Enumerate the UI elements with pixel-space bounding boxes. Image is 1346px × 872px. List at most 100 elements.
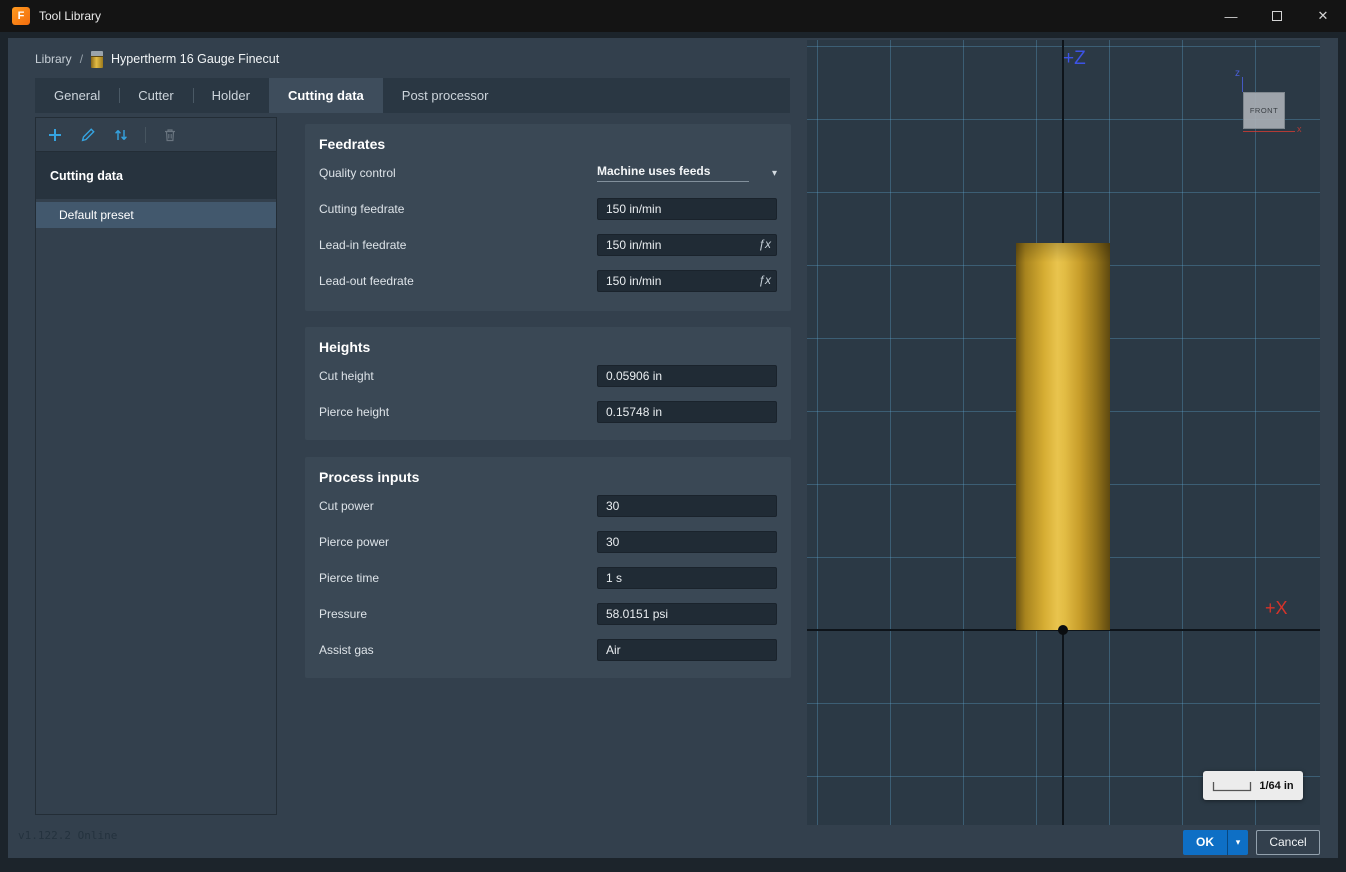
field-row-pressure: Pressure — [305, 596, 791, 632]
field-row-pierce-time: Pierce time — [305, 560, 791, 596]
maximize-button[interactable] — [1254, 0, 1300, 32]
cut-power-input[interactable] — [597, 495, 777, 517]
minimize-icon: — — [1225, 9, 1238, 24]
cancel-button[interactable]: Cancel — [1256, 830, 1320, 855]
field-label: Pierce time — [319, 571, 379, 585]
breadcrumb-library-link[interactable]: Library — [35, 52, 72, 66]
presets-group-header[interactable]: Cutting data — [36, 152, 276, 199]
view-cube-x-label: x — [1297, 124, 1302, 134]
maximize-icon — [1272, 11, 1282, 21]
window-controls: — ✕ — [1208, 0, 1346, 32]
field-label: Cutting feedrate — [319, 202, 404, 216]
view-cube-z-label: z — [1235, 68, 1240, 79]
fusion-app-icon: F — [12, 7, 30, 25]
tab-bar: General Cutter Holder Cutting data Post … — [35, 78, 790, 113]
field-row-assist-gas: Assist gas — [305, 632, 791, 668]
scale-label: 1/64 in — [1259, 780, 1293, 792]
sort-arrows-icon — [113, 127, 129, 143]
pierce-power-input[interactable] — [597, 531, 777, 553]
field-label: Pressure — [319, 607, 367, 621]
scale-indicator: 1/64 in — [1203, 771, 1303, 800]
field-row-quality-control: Quality control Machine uses feeds ▾ — [305, 155, 791, 191]
delete-preset-button[interactable] — [161, 126, 179, 144]
tab-label: Holder — [212, 88, 250, 103]
view-cube[interactable]: z FRONT x — [1231, 68, 1303, 140]
field-label: Quality control — [319, 166, 396, 180]
tab-label: Post processor — [402, 88, 489, 103]
view-cube-front-face[interactable]: FRONT — [1243, 92, 1285, 129]
field-label: Cut power — [319, 499, 374, 513]
tab-general[interactable]: General — [35, 78, 119, 113]
tab-post-processor[interactable]: Post processor — [383, 78, 508, 113]
tab-label: General — [54, 88, 100, 103]
titlebar: F Tool Library — ✕ — [0, 0, 1346, 32]
field-row-lead-in-feedrate: Lead-in feedrate ƒx — [305, 227, 791, 263]
field-row-cut-height: Cut height — [305, 358, 791, 394]
breadcrumb: Library / Hypertherm 16 Gauge Finecut — [35, 48, 279, 70]
tab-label: Cutting data — [288, 88, 364, 103]
field-row-lead-out-feedrate: Lead-out feedrate ƒx — [305, 263, 791, 299]
pierce-height-input[interactable] — [597, 401, 777, 423]
field-row-cut-power: Cut power — [305, 488, 791, 524]
view-cube-z-axis — [1242, 77, 1243, 92]
tool-icon — [91, 51, 103, 68]
version-label: v1.122.2 Online — [18, 829, 117, 842]
tab-label: Cutter — [138, 88, 173, 103]
minimize-button[interactable]: — — [1208, 0, 1254, 32]
field-label: Assist gas — [319, 643, 374, 657]
tool-library-dialog: Library / Hypertherm 16 Gauge Finecut Ge… — [8, 38, 1338, 858]
z-axis-label: +Z — [1063, 48, 1086, 70]
field-row-cutting-feedrate: Cutting feedrate — [305, 191, 791, 227]
toolbar-divider — [145, 127, 146, 143]
edit-preset-button[interactable] — [79, 126, 97, 144]
presets-panel: Cutting data Default preset — [35, 117, 277, 815]
x-axis-label: +X — [1265, 598, 1288, 619]
section-heights: Heights Cut height Pierce height — [305, 327, 791, 440]
view-cube-x-axis — [1243, 131, 1295, 132]
cutting-feedrate-input[interactable] — [597, 198, 777, 220]
section-title-feedrates: Feedrates — [305, 131, 791, 155]
ok-dropdown-button[interactable]: ▾ — [1227, 830, 1248, 855]
preset-item-default[interactable]: Default preset — [36, 202, 276, 228]
pressure-input[interactable] — [597, 603, 777, 625]
field-row-pierce-power: Pierce power — [305, 524, 791, 560]
chevron-down-icon: ▾ — [1236, 837, 1241, 848]
footer-buttons: OK ▾ Cancel — [1183, 830, 1320, 855]
field-label: Pierce power — [319, 535, 389, 549]
app-icon-letter: F — [18, 10, 25, 22]
ruler-icon — [1212, 780, 1252, 792]
tab-holder[interactable]: Holder — [193, 78, 269, 113]
breadcrumb-separator: / — [80, 52, 83, 66]
select-value: Machine uses feeds — [597, 164, 749, 182]
section-title-process-inputs: Process inputs — [305, 464, 791, 488]
tool-cylinder — [1016, 243, 1110, 630]
chevron-down-icon: ▾ — [772, 168, 777, 179]
section-process-inputs: Process inputs Cut power Pierce power Pi… — [305, 457, 791, 678]
lead-in-feedrate-input[interactable] — [597, 234, 777, 256]
pencil-icon — [80, 127, 96, 143]
view-cube-front-label: FRONT — [1250, 106, 1278, 115]
field-label: Cut height — [319, 369, 374, 383]
field-label: Pierce height — [319, 405, 389, 419]
presets-toolbar — [36, 118, 276, 152]
tab-cutter[interactable]: Cutter — [119, 78, 192, 113]
lead-out-feedrate-input[interactable] — [597, 270, 777, 292]
assist-gas-input[interactable] — [597, 639, 777, 661]
trash-icon — [162, 127, 178, 143]
cut-height-input[interactable] — [597, 365, 777, 387]
tool-preview-viewport[interactable]: +Z +X z FRONT x 1/64 in — [807, 40, 1320, 825]
tab-cutting-data[interactable]: Cutting data — [269, 78, 383, 113]
window-title: Tool Library — [39, 9, 101, 23]
close-button[interactable]: ✕ — [1300, 0, 1346, 32]
pierce-time-input[interactable] — [597, 567, 777, 589]
origin-point — [1058, 625, 1068, 635]
ok-button[interactable]: OK — [1183, 830, 1227, 855]
close-icon: ✕ — [1318, 8, 1329, 24]
breadcrumb-tool-name: Hypertherm 16 Gauge Finecut — [111, 52, 279, 66]
section-title-heights: Heights — [305, 334, 791, 358]
field-label: Lead-in feedrate — [319, 238, 406, 252]
add-preset-button[interactable] — [46, 126, 64, 144]
reorder-presets-button[interactable] — [112, 126, 130, 144]
preset-item-label: Default preset — [59, 208, 134, 222]
quality-control-select[interactable]: Machine uses feeds ▾ — [597, 162, 777, 184]
